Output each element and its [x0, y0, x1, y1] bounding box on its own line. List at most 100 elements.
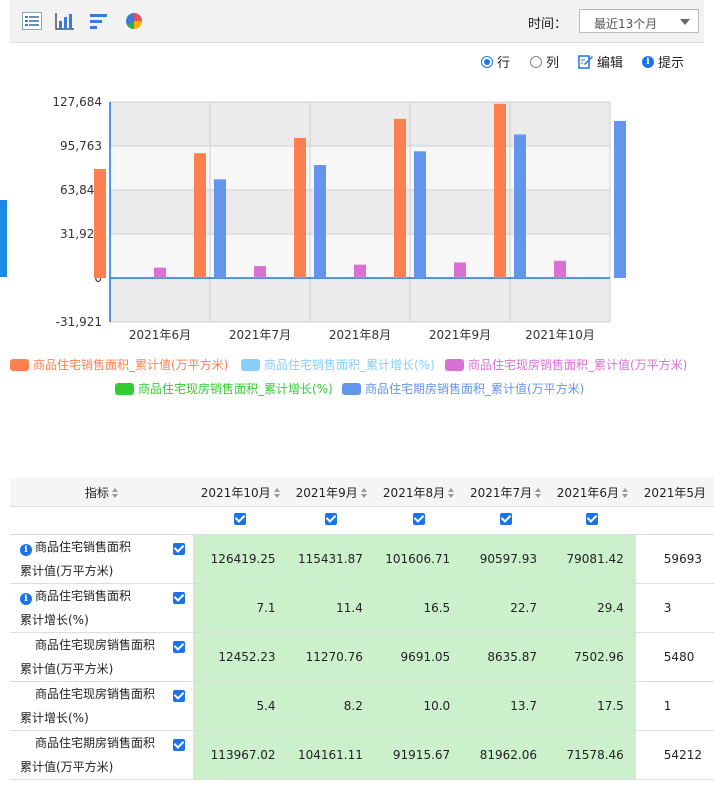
column-checkbox-0[interactable]: [234, 513, 247, 525]
table-cell: 11270.76: [287, 632, 375, 682]
table-cell: 3: [635, 583, 714, 633]
pie-chart-icon[interactable]: [124, 12, 144, 30]
tip-label: 提示: [658, 56, 685, 71]
row-radio-option[interactable]: 行: [481, 52, 510, 71]
legend-label-s2: 商品住宅销售面积_累计增长(%): [264, 358, 435, 372]
bar-series-3: [254, 266, 266, 278]
header-col-label: 2021年8月: [382, 485, 446, 500]
sort-icon: [111, 488, 118, 498]
header-col-label: 2021年9月: [295, 485, 358, 500]
table-cell: 1: [635, 681, 714, 731]
row-checkbox[interactable]: [172, 543, 185, 555]
table-cell: 126419.25: [192, 534, 288, 584]
table-cell: 11.4: [287, 583, 375, 633]
table-cell: 7502.96: [548, 632, 636, 682]
empty-cell: [10, 506, 193, 535]
table-cell: 8.2: [287, 681, 375, 731]
sort-icon: [360, 488, 367, 498]
table-cell: 79081.42: [548, 534, 636, 584]
header-col-label: 2021年10月: [200, 485, 271, 500]
row-name-cell: 商品住宅期房销售面积 累计值(万平方米): [10, 730, 193, 780]
table-cell: 9691.05: [374, 632, 463, 682]
info-icon[interactable]: i: [20, 544, 32, 556]
time-range-select[interactable]: 最近13个月: [579, 9, 699, 33]
header-col-label: 2021年5月: [643, 485, 706, 500]
header-indicator-label: 指标: [84, 485, 109, 500]
row-name-line2: 累计值(万平方米): [20, 662, 114, 676]
table-cell: 54212: [635, 730, 714, 780]
bar-series-5: [614, 120, 626, 278]
bar-series-5: [414, 151, 426, 278]
col-checkbox-cell: [287, 506, 375, 535]
table-cell: 7.1: [192, 583, 288, 633]
header-col-label: 2021年6月: [556, 485, 619, 500]
bar-series-5: [514, 134, 526, 278]
column-checkbox-1[interactable]: [325, 513, 338, 525]
table-cell: 81962.06: [462, 730, 549, 780]
table-row: i 商品住宅销售面积 累计值(万平方米) 126419.25 115431.87 1016…: [10, 534, 714, 584]
bar-series-3: [554, 260, 566, 278]
col-checkbox-cell: [192, 506, 288, 535]
table-body: i 商品住宅销售面积 累计值(万平方米) 126419.25 115431.87 1016…: [10, 534, 714, 780]
legend-swatch-s1: [10, 358, 29, 371]
column-radio-label: 列: [546, 56, 560, 71]
time-range-value: 最近13个月: [594, 17, 658, 31]
x-tick-label: 2021年8月: [329, 328, 391, 342]
row-radio-icon[interactable]: [481, 55, 493, 68]
edit-icon: [578, 55, 593, 69]
row-checkbox[interactable]: [172, 641, 185, 653]
header-col-1[interactable]: 2021年9月: [287, 478, 375, 507]
header-indicator[interactable]: 指标: [10, 478, 193, 507]
header-col-label: 2021年7月: [469, 485, 533, 500]
legend-item-s1[interactable]: 商品住宅销售面积_累计值(万平方米): [10, 356, 228, 373]
col-checkbox-cell: [548, 506, 636, 535]
header-col-2[interactable]: 2021年8月: [374, 478, 463, 507]
plot-band: [110, 146, 610, 190]
column-checkbox-4[interactable]: [586, 513, 599, 525]
legend-item-s4[interactable]: 商品住宅现房销售面积_累计增长(%): [115, 380, 333, 397]
header-col-5[interactable]: 2021年5月: [635, 478, 714, 507]
legend-item-s2[interactable]: 商品住宅销售面积_累计增长(%): [241, 356, 435, 373]
row-checkbox[interactable]: [172, 690, 185, 702]
info-icon[interactable]: i: [20, 593, 32, 605]
edit-label: 编辑: [597, 56, 624, 71]
time-label: 时间：: [528, 17, 568, 32]
legend-item-s5[interactable]: 商品住宅期房销售面积_累计值(万平方米): [342, 380, 584, 397]
table-cell: 17.5: [548, 681, 636, 731]
header-col-4[interactable]: 2021年6月: [548, 478, 636, 507]
bar-series-5: [214, 179, 226, 278]
empty-cell: [635, 506, 714, 535]
table-cell: 91915.67: [374, 730, 463, 780]
row-checkbox[interactable]: [172, 592, 185, 604]
table-cell: 59693: [635, 534, 714, 584]
list-view-icon[interactable]: [22, 12, 42, 30]
column-radio-icon[interactable]: [530, 55, 542, 68]
row-name-line2: 累计增长(%): [20, 613, 89, 627]
legend-item-s3[interactable]: 商品住宅现房销售面积_累计值(万平方米): [445, 356, 687, 373]
edit-button[interactable]: 编辑: [578, 52, 623, 71]
legend-swatch-s4: [115, 382, 134, 395]
table-cell: 8635.87: [462, 632, 549, 682]
x-tick-label: 2021年10月: [525, 328, 595, 342]
horizontal-bar-icon[interactable]: [89, 12, 109, 30]
x-tick-label: 2021年6月: [129, 328, 191, 342]
tip-button[interactable]: i 提示: [642, 52, 684, 71]
bar-chart-icon[interactable]: [55, 12, 75, 30]
table-cell: 5480: [635, 632, 714, 682]
table-cell: 101606.71: [374, 534, 463, 584]
row-name-line1: 商品住宅销售面积: [35, 589, 132, 603]
header-col-3[interactable]: 2021年7月: [462, 478, 549, 507]
legend-label-s3: 商品住宅现房销售面积_累计值(万平方米): [468, 358, 688, 372]
table-cell: 16.5: [374, 583, 463, 633]
bar-series-3: [154, 267, 166, 278]
x-tick-label: 2021年9月: [429, 328, 491, 342]
header-col-0[interactable]: 2021年10月: [192, 478, 288, 507]
column-select-row: [10, 506, 714, 535]
column-checkbox-3[interactable]: [499, 513, 512, 525]
column-radio-option[interactable]: 列: [530, 52, 559, 71]
column-checkbox-2[interactable]: [412, 513, 425, 525]
table-cell: 12452.23: [192, 632, 288, 682]
legend-label-s4: 商品住宅现房销售面积_累计增长(%): [138, 382, 333, 396]
row-checkbox[interactable]: [172, 739, 185, 751]
table-row: 商品住宅现房销售面积 累计值(万平方米) 12452.23 11270.76 9691.…: [10, 632, 714, 682]
